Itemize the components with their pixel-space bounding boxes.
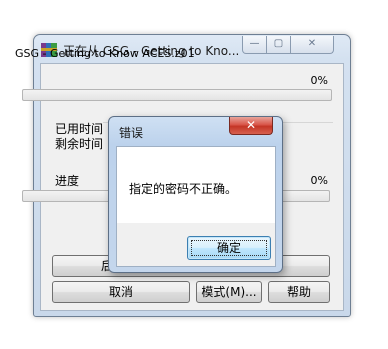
minimize-button[interactable]: — xyxy=(242,36,267,54)
file-percent: 0% xyxy=(310,74,328,87)
close-button[interactable]: ✕ xyxy=(290,36,334,54)
maximize-icon: ▢ xyxy=(273,38,284,49)
ok-button[interactable]: 确定 xyxy=(187,236,271,260)
help-button[interactable]: 帮助 xyxy=(268,281,330,303)
remaining-time-label: 剩余时间 xyxy=(55,137,104,151)
error-message: 指定的密码不正确。 xyxy=(129,182,238,196)
error-dialog: 错误 ✕ 指定的密码不正确。 确定 xyxy=(108,116,283,273)
progress-label: 进度 xyxy=(55,174,80,188)
close-icon: ✕ xyxy=(307,38,317,49)
error-dialog-close-button[interactable]: ✕ xyxy=(229,117,273,135)
minimize-icon: — xyxy=(249,38,260,49)
file-progress-bar xyxy=(22,89,332,101)
maximize-button[interactable]: ▢ xyxy=(266,36,291,54)
close-icon: ✕ xyxy=(245,118,257,132)
current-file-name: GSG - Getting to Know ACES.z01 xyxy=(15,47,195,60)
error-message-area: 指定的密码不正确。 xyxy=(117,147,275,223)
cancel-button[interactable]: 取消 xyxy=(52,281,190,303)
error-dialog-body: 指定的密码不正确。 确定 xyxy=(116,146,276,267)
mode-button[interactable]: 模式(M)... xyxy=(196,281,262,303)
error-dialog-title: 错误 xyxy=(119,126,144,140)
ok-button-focus-ring xyxy=(191,240,267,256)
